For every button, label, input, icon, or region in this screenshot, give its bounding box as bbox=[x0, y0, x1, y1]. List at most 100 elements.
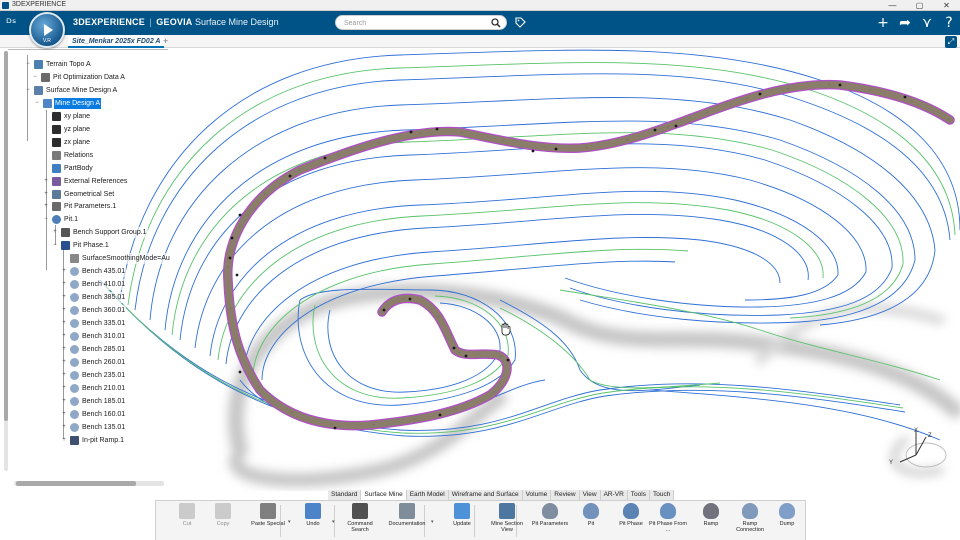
close-button[interactable]: ✕ bbox=[933, 0, 960, 11]
tree-node[interactable]: − Pit Phase.1 bbox=[53, 240, 110, 252]
tree-node[interactable]: + In-pit Ramp.1 bbox=[62, 434, 126, 446]
tree-horizontal-scrollbar[interactable] bbox=[14, 481, 164, 486]
ribbon-command[interactable]: Ramp bbox=[694, 503, 728, 527]
tree-expand-icon[interactable]: − bbox=[52, 242, 58, 248]
tree-node[interactable]: yz plane bbox=[52, 123, 92, 135]
tree-node[interactable]: + Bench 410.01 bbox=[62, 279, 127, 291]
tree-node[interactable]: PartBody bbox=[52, 162, 94, 174]
tree-expand-icon[interactable]: + bbox=[61, 424, 67, 430]
tree-expand-icon[interactable]: − bbox=[43, 216, 49, 222]
ribbon-command[interactable]: Pit bbox=[574, 503, 608, 527]
ribbon-command[interactable]: Mine Section View bbox=[486, 503, 528, 533]
tree-node[interactable]: + Bench 135.01 bbox=[62, 421, 127, 433]
ribbon-tab[interactable]: Standard bbox=[328, 490, 362, 500]
ribbon-command[interactable]: Copy bbox=[206, 503, 240, 527]
tree-node[interactable]: + Bench 185.01 bbox=[62, 395, 127, 407]
tree-node[interactable]: + Bench 235.01 bbox=[62, 369, 127, 381]
tree-node[interactable]: + Bench 160.01 bbox=[62, 408, 127, 420]
share-icon[interactable]: ➦ bbox=[897, 15, 913, 31]
ribbon-tab[interactable]: View bbox=[579, 490, 601, 500]
search-box[interactable] bbox=[335, 15, 507, 30]
tree-expand-icon[interactable]: − bbox=[25, 61, 31, 67]
tree-node[interactable]: + Bench 210.01 bbox=[62, 382, 127, 394]
tree-expand-icon[interactable]: + bbox=[61, 294, 67, 300]
apps-icon[interactable]: ⋎ bbox=[919, 15, 935, 31]
fullscreen-icon[interactable]: ⤢ bbox=[945, 36, 957, 48]
tree-expand-icon[interactable]: + bbox=[61, 346, 67, 352]
axis-triad[interactable]: X Y Z bbox=[888, 425, 950, 475]
tree-expand-icon[interactable]: + bbox=[61, 320, 67, 326]
tree-expand-icon[interactable]: + bbox=[43, 191, 49, 197]
tree-node[interactable]: + Bench 260.01 bbox=[62, 356, 127, 368]
ribbon-tab[interactable]: Review bbox=[551, 490, 580, 500]
tree-node[interactable]: + Bench 335.01 bbox=[62, 318, 127, 329]
add-icon[interactable]: + bbox=[875, 15, 891, 31]
tree-expand-icon[interactable]: + bbox=[43, 203, 49, 209]
tag-icon[interactable] bbox=[515, 17, 526, 28]
tree-expand-icon[interactable]: + bbox=[61, 359, 67, 365]
tree-node[interactable]: − Pit Optimization Data A bbox=[33, 71, 126, 83]
ribbon-tab[interactable]: Wireframe and Surface bbox=[448, 490, 523, 500]
ribbon-tab[interactable]: Volume bbox=[522, 490, 552, 500]
tree-expand-icon[interactable]: − bbox=[25, 87, 31, 93]
help-icon[interactable]: ? bbox=[941, 15, 957, 31]
tree-expand-icon[interactable]: + bbox=[61, 398, 67, 404]
tree-node[interactable]: Relations bbox=[52, 149, 95, 161]
tree-expand-icon[interactable]: + bbox=[61, 437, 67, 443]
tree-node[interactable]: + Bench 435.01 bbox=[62, 266, 127, 278]
dropdown-arrow-icon[interactable]: ▾ bbox=[332, 519, 335, 525]
tree-node[interactable]: xy plane bbox=[52, 110, 92, 122]
tree-expand-icon[interactable]: + bbox=[61, 268, 67, 274]
tree-node[interactable]: SurfaceSmoothingMode=Au bbox=[70, 253, 171, 265]
tree-expand-icon[interactable]: − bbox=[34, 100, 40, 106]
dropdown-arrow-icon[interactable]: ▾ bbox=[288, 519, 291, 525]
tree-node[interactable]: − Surface Mine Design A bbox=[26, 84, 119, 96]
tree-node[interactable]: + Bench Support Group.1 bbox=[53, 227, 148, 239]
ribbon-command[interactable]: Paste Special bbox=[248, 503, 288, 527]
tree-hscroll-thumb[interactable] bbox=[16, 481, 136, 486]
dropdown-arrow-icon[interactable]: ▾ bbox=[431, 519, 434, 525]
search-input[interactable] bbox=[344, 18, 484, 28]
ribbon-command[interactable]: Documentation bbox=[380, 503, 434, 527]
haul-ramp[interactable] bbox=[223, 79, 955, 431]
tree-expand-icon[interactable]: + bbox=[61, 372, 67, 378]
tree-node[interactable]: + Bench 310.01 bbox=[62, 330, 127, 342]
ribbon-command[interactable]: Dump bbox=[770, 503, 804, 527]
ds-logo-icon[interactable]: ᴰˢ bbox=[6, 15, 26, 31]
tree-node[interactable]: + Geometrical Set bbox=[44, 188, 116, 200]
maximize-button[interactable]: ▢ bbox=[906, 0, 933, 11]
tree-node[interactable]: zx plane bbox=[52, 136, 92, 148]
tree-node[interactable]: + External References bbox=[44, 175, 129, 187]
tree-expand-icon[interactable]: + bbox=[61, 281, 67, 287]
ribbon-tab[interactable]: Earth Model bbox=[406, 490, 449, 500]
minimize-button[interactable]: — bbox=[879, 0, 906, 11]
ribbon-tab[interactable]: Tools bbox=[627, 490, 650, 500]
tree-expand-icon[interactable]: + bbox=[61, 411, 67, 417]
tree-expand-icon[interactable]: + bbox=[52, 229, 58, 235]
tree-vscroll-thumb[interactable] bbox=[4, 51, 8, 421]
tree-node[interactable]: + Bench 285.01 bbox=[62, 343, 127, 355]
ribbon-command[interactable]: Pit Phase bbox=[614, 503, 648, 527]
ribbon-command[interactable]: Cut bbox=[170, 503, 204, 527]
ribbon-tab[interactable]: Touch bbox=[649, 490, 675, 500]
ribbon-tab[interactable]: Surface Mine bbox=[361, 490, 407, 500]
tree-node[interactable]: + Bench 360.01 bbox=[62, 305, 127, 317]
tree-node[interactable]: + Bench 385.01 bbox=[62, 292, 127, 304]
ribbon-command[interactable]: Undo bbox=[296, 503, 330, 527]
ribbon-command[interactable]: Pit Parameters bbox=[529, 503, 571, 527]
search-icon[interactable] bbox=[491, 18, 501, 28]
tree-node[interactable]: + Pit Parameters.1 bbox=[44, 201, 118, 213]
tree-vertical-scrollbar[interactable] bbox=[4, 51, 8, 471]
tree-node[interactable]: − Pit.1 bbox=[44, 214, 80, 226]
add-tab-button[interactable]: + bbox=[163, 36, 168, 47]
document-tab[interactable]: Site_Menkar 2025x FD02 A bbox=[68, 35, 165, 48]
ribbon-command[interactable]: Pit Phase From ... bbox=[648, 503, 688, 533]
tree-expand-icon[interactable]: + bbox=[43, 178, 49, 184]
tree-expand-icon[interactable]: − bbox=[32, 74, 38, 80]
ribbon-command[interactable]: Ramp Connection bbox=[730, 503, 770, 533]
ribbon-command[interactable]: Command Search bbox=[341, 503, 379, 533]
ribbon-command[interactable]: Update bbox=[442, 503, 482, 527]
ribbon-tab[interactable]: AR-VR bbox=[600, 490, 628, 500]
tree-node[interactable]: − Terrain Topo A bbox=[26, 59, 92, 70]
tree-expand-icon[interactable]: + bbox=[61, 385, 67, 391]
